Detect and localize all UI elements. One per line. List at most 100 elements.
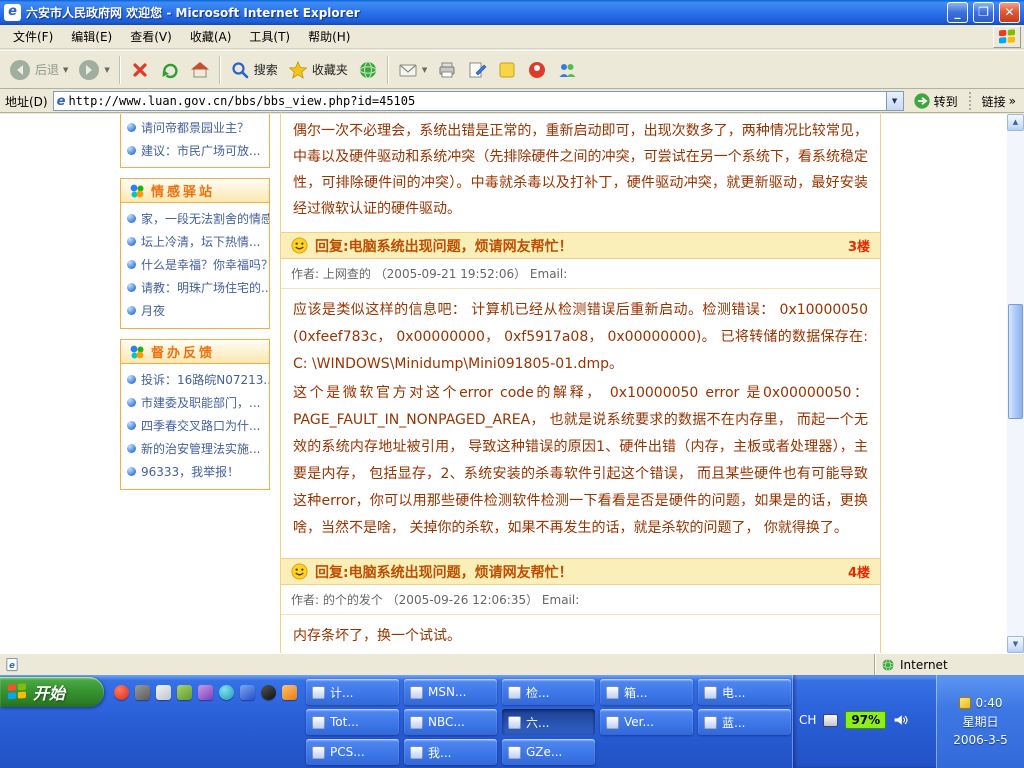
history-button[interactable] [354,57,382,83]
sidebar-link[interactable]: 96333，我举报！ [121,460,269,483]
tray-note-icon[interactable] [959,697,971,709]
task-button[interactable]: GZe... [502,739,595,765]
taskbar-clock[interactable]: 0:40 星期日 2006-3-5 [936,675,1024,768]
favorites-button[interactable]: 收藏夹 [284,57,352,83]
go-button[interactable]: 转到 [909,91,962,111]
quick-launch-icon[interactable] [198,685,213,700]
back-arrow-icon [9,59,31,81]
task-button[interactable]: NBC... [404,709,497,735]
sidebar-link[interactable]: 月夜 [121,299,269,322]
refresh-button[interactable] [156,57,184,83]
start-button[interactable]: 开始 [0,677,104,707]
task-button[interactable]: PCS... [306,739,399,765]
favorites-star-icon [288,60,308,80]
sidebar-link[interactable]: 什么是幸福？你幸福吗？ [121,253,269,276]
home-button[interactable] [186,57,214,83]
quick-launch-icon[interactable] [282,685,297,700]
smiley-icon [291,563,308,580]
quick-launch-icon[interactable] [156,685,171,700]
menu-favorites[interactable]: 收藏(A) [181,24,241,49]
window-titlebar: e 六安市人民政府网 欢迎您 - Microsoft Internet Expl… [0,0,1024,25]
task-button[interactable]: Ver... [600,709,693,735]
sidebar-link[interactable]: 市建委及职能部门，... [121,391,269,414]
svg-text:e: e [9,660,15,670]
mail-button[interactable]: ▼ [394,57,431,83]
volume-icon[interactable] [893,713,909,727]
task-button[interactable]: 检... [502,679,595,705]
minimize-button[interactable]: _ [947,2,968,23]
language-indicator[interactable]: CH [799,713,816,727]
edit-button[interactable] [463,57,491,83]
sidebar-link[interactable]: 建议：市民广场可放... [121,139,269,162]
bullet-icon [127,123,136,132]
bullet-icon [127,467,136,476]
vertical-scrollbar[interactable]: ▲ ▼ [1007,114,1024,653]
sidebar-link[interactable]: 四季春交叉路口为什... [121,414,269,437]
task-button-active[interactable]: 六... [502,709,595,735]
battery-indicator[interactable]: 97% [845,711,886,729]
quick-launch-icon[interactable] [114,685,129,700]
close-button[interactable]: ✕ [999,2,1020,23]
quick-launch-icon[interactable] [177,685,192,700]
notes-button[interactable] [493,57,521,83]
red-app-button[interactable] [523,57,551,83]
scrollbar-thumb[interactable] [1008,304,1023,419]
keyboard-layout-icon[interactable] [823,714,838,727]
forward-arrow-icon [78,59,100,81]
address-dropdown-button[interactable]: ▼ [886,92,903,110]
sidebar-link[interactable]: 请教：明珠广场住宅的... [121,276,269,299]
back-button[interactable]: 后退▼ [5,56,72,84]
sidebar-link[interactable]: 新的治安管理法实施... [121,437,269,460]
document-icon: e [5,657,19,672]
menu-file[interactable]: 文件(F) [4,24,62,49]
stop-button[interactable] [126,57,154,83]
sidebar-link[interactable]: 请问帝都景园业主？ [121,116,269,139]
menu-edit[interactable]: 编辑(E) [62,24,121,49]
task-button[interactable]: MSN... [404,679,497,705]
reply-header-4: 回复:电脑系统出现问题，烦请网友帮忙！ 4楼 [281,558,880,585]
maximize-button[interactable]: ❐ [973,2,994,23]
task-button[interactable]: 箱... [600,679,693,705]
task-button[interactable]: 蓝... [698,709,791,735]
task-button[interactable]: 计... [306,679,399,705]
messenger-people-icon [557,60,577,80]
pinwheel-icon [129,344,145,360]
red-app-icon [527,60,547,80]
bullet-icon [127,260,136,269]
menu-view[interactable]: 查看(V) [121,24,181,49]
sidebar-link[interactable]: 投诉：16路皖N07213... [121,368,269,391]
sidebar-link[interactable]: 坛上冷清，坛下热情... [121,230,269,253]
home-icon [190,60,210,80]
links-button[interactable]: 链接» [979,93,1019,110]
messenger-button[interactable] [553,57,581,83]
reply-author-line: 作者: 上网查的 （2005-09-21 19:52:06） Email: [281,259,880,289]
task-button[interactable]: 电... [698,679,791,705]
quick-launch-icon[interactable] [261,685,276,700]
reply-paragraph: 应该是类似这样的信息吧： 计算机已经从检测错误后重新启动。检测错误： 0x100… [293,297,868,378]
sidebar-link[interactable]: 家，一段无法割舍的情感 [121,207,269,230]
sidebar-section-header-feedback: 督办反馈 [120,339,270,364]
search-button[interactable]: 搜索 [226,57,282,83]
scroll-up-button[interactable]: ▲ [1007,114,1024,131]
menu-help[interactable]: 帮助(H) [299,24,359,49]
quick-launch-icon[interactable] [135,685,150,700]
address-input[interactable] [68,94,885,108]
task-app-icon [410,716,423,729]
toolbar-separator [387,56,389,84]
task-button[interactable]: 我... [404,739,497,765]
task-app-icon [410,746,423,759]
sidebar-section-list-feedback: 投诉：16路皖N07213... 市建委及职能部门，... 四季春交叉路口为什.… [120,364,270,490]
print-button[interactable] [433,57,461,83]
task-app-icon [606,686,619,699]
quick-launch-icon[interactable] [219,685,234,700]
sidebar-section-header-emotion: 情感驿站 [120,178,270,203]
task-app-icon [606,716,619,729]
quick-launch-icon[interactable] [240,685,255,700]
task-app-icon [312,686,325,699]
scroll-down-button[interactable]: ▼ [1007,636,1024,653]
globe-icon [358,60,378,80]
forward-button[interactable]: ▼ [74,56,113,84]
task-button[interactable]: Tot... [306,709,399,735]
toolbar-separator [219,56,221,84]
menu-tools[interactable]: 工具(T) [240,24,299,49]
